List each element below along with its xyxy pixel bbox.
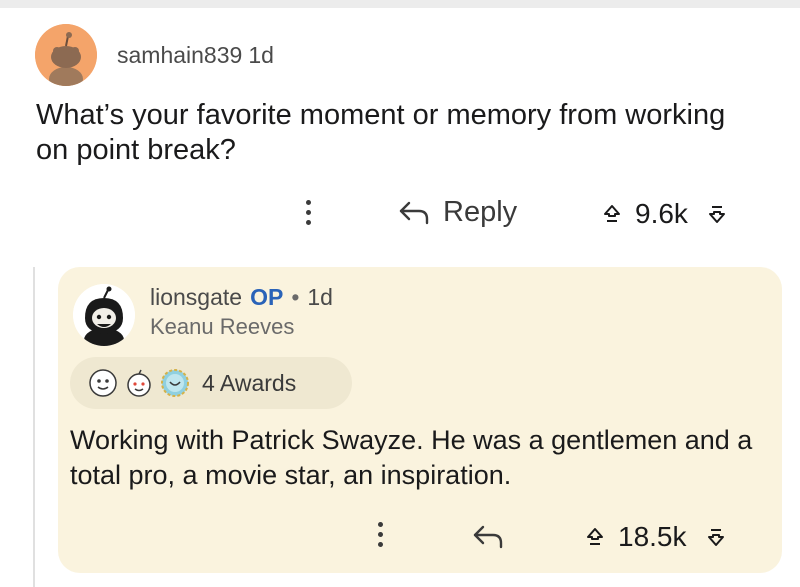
comment-author[interactable]: samhain839 1d [117, 42, 274, 69]
comment-body: Working with Patrick Swayze. He was a ge… [70, 425, 753, 490]
separator: • [291, 284, 300, 310]
user-flair: Keanu Reeves [150, 314, 295, 339]
reply-button[interactable] [471, 523, 517, 551]
reply-arrow-icon [473, 525, 503, 549]
dot-icon [377, 532, 383, 537]
helpful-award-icon [127, 369, 151, 397]
reply-comment: lionsgate OP • 1d Keanu Reeves 4 Awards … [58, 267, 782, 573]
awards-pill[interactable]: 4 Awards [70, 357, 352, 409]
timestamp: 1d [307, 284, 333, 310]
silver-award-icon [161, 369, 189, 397]
snoo-avatar-icon [35, 24, 97, 86]
timestamp: 1d [248, 42, 274, 68]
vote-controls: 18.5k [586, 521, 725, 553]
awards-count: 4 Awards [202, 369, 297, 396]
wholesome-award-icon [89, 369, 117, 397]
username[interactable]: samhain839 [117, 42, 242, 68]
reply-label: Reply [443, 196, 518, 228]
dot-icon [305, 200, 311, 205]
downvote-icon[interactable] [708, 204, 726, 224]
username[interactable]: lionsgate [150, 284, 242, 311]
dot-icon [305, 210, 311, 215]
vote-score: 18.5k [618, 521, 687, 552]
vote-score: 9.6k [635, 198, 688, 229]
avatar[interactable] [73, 284, 135, 346]
thread-line[interactable] [33, 267, 35, 587]
snoo-avatar-icon [73, 284, 135, 346]
downvote-icon[interactable] [707, 527, 725, 547]
more-options-button[interactable] [375, 522, 385, 547]
comment-body: What’s your favorite moment or memory fr… [36, 99, 726, 166]
op-badge: OP [250, 284, 284, 310]
upvote-icon[interactable] [603, 204, 621, 224]
dot-icon [377, 522, 383, 527]
upvote-icon[interactable] [586, 527, 604, 547]
more-options-button[interactable] [303, 200, 313, 225]
dot-icon [305, 220, 311, 225]
comment: samhain839 1d What’s your favorite moment… [0, 0, 800, 265]
avatar[interactable] [35, 24, 97, 86]
dot-icon [377, 542, 383, 547]
reply-arrow-icon [399, 201, 429, 224]
comment-author: lionsgate OP • 1d [150, 284, 333, 311]
reply-button[interactable]: Reply [397, 196, 517, 229]
vote-controls: 9.6k [603, 198, 726, 230]
